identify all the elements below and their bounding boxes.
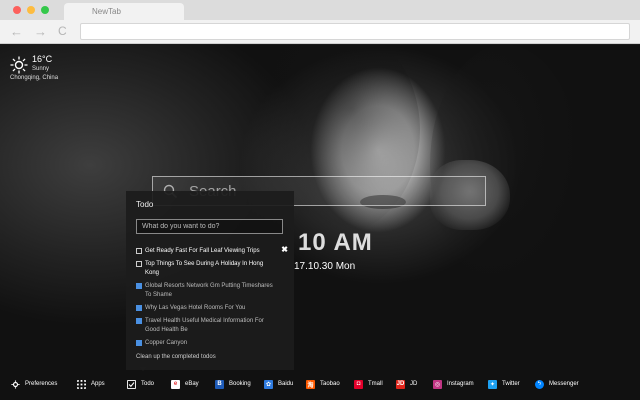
close-icon[interactable]: ✖ — [281, 245, 288, 254]
baidu-icon: ✿ — [264, 379, 273, 389]
link-label: eBay — [185, 381, 199, 387]
todo-checkbox[interactable] — [136, 340, 142, 346]
todo-item-text: Why Las Vegas Hotel Rooms For You — [145, 305, 246, 311]
close-window-button[interactable] — [13, 6, 21, 14]
browser-toolbar: ← → C — [0, 20, 640, 44]
checklist-icon — [127, 379, 136, 389]
todo-item-text: Global Resorts Network Gm Putting Timesh… — [145, 283, 273, 298]
link-ebay[interactable]: e eBay — [171, 374, 199, 394]
forward-arrow-icon[interactable]: → — [34, 24, 47, 39]
todo-item-text: Copper Canyon — [145, 340, 188, 346]
todo-item-text: Get Ready Fast For Fall Leaf Viewing Tri… — [145, 248, 260, 254]
todo-checkbox[interactable] — [136, 318, 142, 324]
todo-item[interactable]: Global Resorts Network Gm Putting Timesh… — [136, 282, 288, 300]
link-label: Twitter — [502, 381, 520, 387]
link-booking[interactable]: B Booking — [215, 374, 251, 394]
clear-completed-link[interactable]: Clean up the completed todos — [136, 354, 216, 360]
link-twitter[interactable]: ✦ Twitter — [488, 374, 520, 394]
instagram-icon: ◎ — [433, 379, 442, 389]
todo-item[interactable]: Top Things To See During A Holiday In Ho… — [136, 260, 288, 278]
todo-label: Todo — [141, 381, 155, 387]
maximize-window-button[interactable] — [41, 6, 49, 14]
clock-time: 10 AM — [298, 229, 373, 256]
link-label: Instagram — [447, 381, 474, 387]
link-label: Booking — [229, 381, 251, 387]
todo-title: Todo — [136, 200, 154, 209]
preferences-label: Preferences — [25, 381, 58, 387]
twitter-icon: ✦ — [488, 379, 497, 389]
apps-label: Apps — [91, 381, 105, 387]
todo-item-text: Travel Health Useful Medical Information… — [145, 318, 264, 333]
messenger-icon: ϟ — [535, 379, 544, 389]
todo-item[interactable]: Copper Canyon — [136, 339, 288, 348]
link-label: Taobao — [320, 381, 340, 387]
sun-icon — [10, 56, 28, 74]
preferences-button[interactable]: Preferences — [11, 374, 57, 394]
todo-item[interactable]: Get Ready Fast For Fall Leaf Viewing Tri… — [136, 245, 288, 256]
link-taobao[interactable]: 淘 Taobao — [306, 374, 340, 394]
link-baidu[interactable]: ✿ Baidu — [264, 374, 293, 394]
weather-condition: Sunny — [32, 66, 50, 72]
apps-button[interactable]: Apps — [77, 374, 105, 394]
todo-button[interactable]: Todo — [127, 374, 154, 394]
address-bar[interactable] — [80, 23, 630, 40]
todo-item-text: Top Things To See During A Holiday In Ho… — [145, 261, 264, 276]
weather-location: Chongqing, China — [10, 75, 59, 81]
link-jd[interactable]: JD JD — [396, 374, 417, 394]
link-label: JD — [410, 381, 418, 387]
todo-panel-pointer — [139, 367, 147, 371]
browser-titlebar: NewTab — [0, 0, 640, 20]
link-label: Messenger — [549, 381, 579, 387]
todo-checkbox[interactable] — [136, 261, 142, 267]
reload-icon[interactable]: C — [58, 24, 67, 39]
apps-grid-icon — [77, 379, 86, 389]
minimize-window-button[interactable] — [27, 6, 35, 14]
clock-date: 17.10.30 Mon — [294, 261, 356, 272]
tab-title: NewTab — [92, 7, 121, 16]
wallpaper-background — [0, 45, 640, 400]
todo-input[interactable] — [136, 219, 283, 234]
bottom-bar: Preferences Apps Todo e eBay B Booking ✿… — [0, 374, 640, 394]
link-label: Baidu — [278, 381, 294, 387]
todo-item[interactable]: Why Las Vegas Hotel Rooms For You — [136, 304, 288, 313]
taobao-icon: 淘 — [306, 379, 315, 389]
weather-temperature: 16°C — [32, 54, 53, 64]
tmall-icon: ◘ — [354, 379, 363, 389]
todo-panel: Todo Get Ready Fast For Fall Leaf Viewin… — [126, 191, 294, 370]
todo-checkbox[interactable] — [136, 305, 142, 311]
todo-item[interactable]: Travel Health Useful Medical Information… — [136, 317, 288, 335]
back-arrow-icon[interactable]: ← — [10, 24, 23, 39]
ebay-icon: e — [171, 379, 180, 389]
link-label: Tmall — [368, 381, 383, 387]
link-messenger[interactable]: ϟ Messenger — [535, 374, 579, 394]
jd-icon: JD — [396, 379, 405, 389]
todo-checkbox[interactable] — [136, 283, 142, 289]
link-tmall[interactable]: ◘ Tmall — [354, 374, 383, 394]
gear-icon — [11, 379, 20, 389]
link-instagram[interactable]: ◎ Instagram — [433, 374, 474, 394]
booking-icon: B — [215, 379, 224, 389]
todo-checkbox[interactable] — [136, 248, 142, 254]
browser-tab[interactable]: NewTab — [64, 3, 184, 20]
todo-list: Get Ready Fast For Fall Leaf Viewing Tri… — [136, 245, 288, 352]
